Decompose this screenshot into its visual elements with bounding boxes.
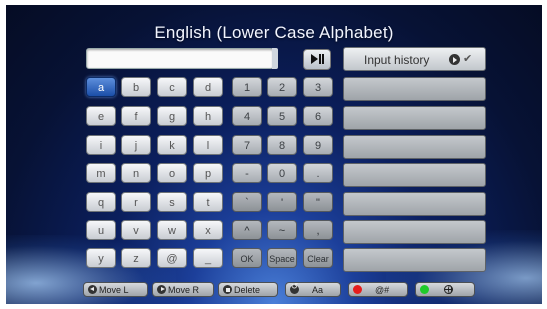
key-symbol[interactable]: . — [303, 163, 333, 183]
keyboard-screen: English (Lower Case Alphabet) abcd123 efg… — [6, 5, 542, 304]
cursor-end-button[interactable] — [303, 49, 331, 70]
key-letter[interactable]: w — [157, 220, 187, 240]
key-symbol[interactable]: 7 — [232, 135, 262, 155]
text-input-field[interactable] — [86, 48, 274, 69]
language-button[interactable] — [415, 282, 475, 297]
key-symbol[interactable]: 4 — [232, 106, 262, 126]
delete-button[interactable]: Delete — [218, 282, 278, 297]
history-item[interactable] — [343, 77, 486, 101]
key-letter[interactable]: t — [193, 192, 223, 212]
key-letter[interactable]: c — [157, 77, 187, 97]
key-letter[interactable]: k — [157, 135, 187, 155]
move-left-label: Move L — [99, 285, 129, 295]
key-letter[interactable]: j — [121, 135, 151, 155]
clear-key[interactable]: Clear — [303, 248, 333, 268]
key-letter[interactable]: m — [86, 163, 116, 183]
key-letter[interactable]: a — [86, 77, 116, 97]
rewind-icon — [88, 285, 97, 294]
key-letter[interactable]: z — [121, 248, 151, 268]
toggle-case-button[interactable]: Aa — [285, 282, 341, 297]
stop-icon — [223, 285, 232, 294]
key-letter[interactable]: x — [193, 220, 223, 240]
key-symbol[interactable]: ` — [232, 192, 262, 212]
key-letter[interactable]: l — [193, 135, 223, 155]
key-letter[interactable]: d — [193, 77, 223, 97]
fast-forward-icon — [157, 285, 166, 294]
key-letter[interactable]: e — [86, 106, 116, 126]
key-letter[interactable]: y — [86, 248, 116, 268]
key-letter[interactable]: p — [193, 163, 223, 183]
key-letter[interactable]: i — [86, 135, 116, 155]
key-letter[interactable]: b — [121, 77, 151, 97]
key-letter[interactable]: u — [86, 220, 116, 240]
key-letter[interactable]: n — [121, 163, 151, 183]
history-item[interactable] — [343, 163, 486, 187]
history-item[interactable] — [343, 220, 486, 244]
key-letter[interactable]: q — [86, 192, 116, 212]
key-letter[interactable]: @ — [157, 248, 187, 268]
delete-label: Delete — [234, 285, 261, 295]
key-letter[interactable]: r — [121, 192, 151, 212]
key-letter[interactable]: s — [157, 192, 187, 212]
toggle-case-label: Aa — [312, 285, 324, 295]
green-button-icon — [420, 285, 429, 294]
input-field-end-cap — [272, 48, 278, 69]
key-symbol[interactable]: 6 — [303, 106, 333, 126]
move-left-button[interactable]: Move L — [83, 282, 148, 297]
key-letter[interactable]: f — [121, 106, 151, 126]
input-history-button[interactable]: Input history ✔ — [343, 47, 486, 71]
key-symbol[interactable]: ^ — [232, 220, 262, 240]
key-letter[interactable]: o — [157, 163, 187, 183]
input-history-label: Input history — [364, 53, 430, 67]
key-symbol[interactable]: 1 — [232, 77, 262, 97]
symbols-button[interactable]: @# — [348, 282, 408, 297]
key-symbol[interactable]: ~ — [267, 220, 297, 240]
key-symbol[interactable]: 3 — [303, 77, 333, 97]
red-button-icon — [353, 285, 362, 294]
key-letter[interactable]: v — [121, 220, 151, 240]
key-symbol[interactable]: 8 — [267, 135, 297, 155]
space-key[interactable]: Space — [267, 248, 297, 268]
page-title: English (Lower Case Alphabet) — [154, 23, 394, 42]
key-symbol[interactable]: , — [303, 220, 333, 240]
play-icon — [449, 54, 460, 65]
key-symbol[interactable]: 5 — [267, 106, 297, 126]
checkmark-icon: ✔ — [463, 53, 473, 65]
key-symbol[interactable]: 2 — [267, 77, 297, 97]
symbols-label: @# — [375, 285, 390, 295]
history-item[interactable] — [343, 248, 486, 272]
history-item[interactable] — [343, 135, 486, 159]
key-symbol[interactable]: - — [232, 163, 262, 183]
move-right-button[interactable]: Move R — [152, 282, 214, 297]
ok-key[interactable]: OK — [232, 248, 262, 268]
key-letter[interactable]: h — [193, 106, 223, 126]
key-symbol[interactable]: 9 — [303, 135, 333, 155]
repeat-icon — [290, 282, 299, 294]
globe-icon — [444, 285, 453, 294]
history-item[interactable] — [343, 192, 486, 216]
key-letter[interactable]: _ — [193, 248, 223, 268]
key-letter[interactable]: g — [157, 106, 187, 126]
key-symbol[interactable]: " — [303, 192, 333, 212]
move-right-label: Move R — [168, 285, 200, 295]
key-symbol[interactable]: 0 — [267, 163, 297, 183]
key-symbol[interactable]: ' — [267, 192, 297, 212]
history-item[interactable] — [343, 106, 486, 130]
